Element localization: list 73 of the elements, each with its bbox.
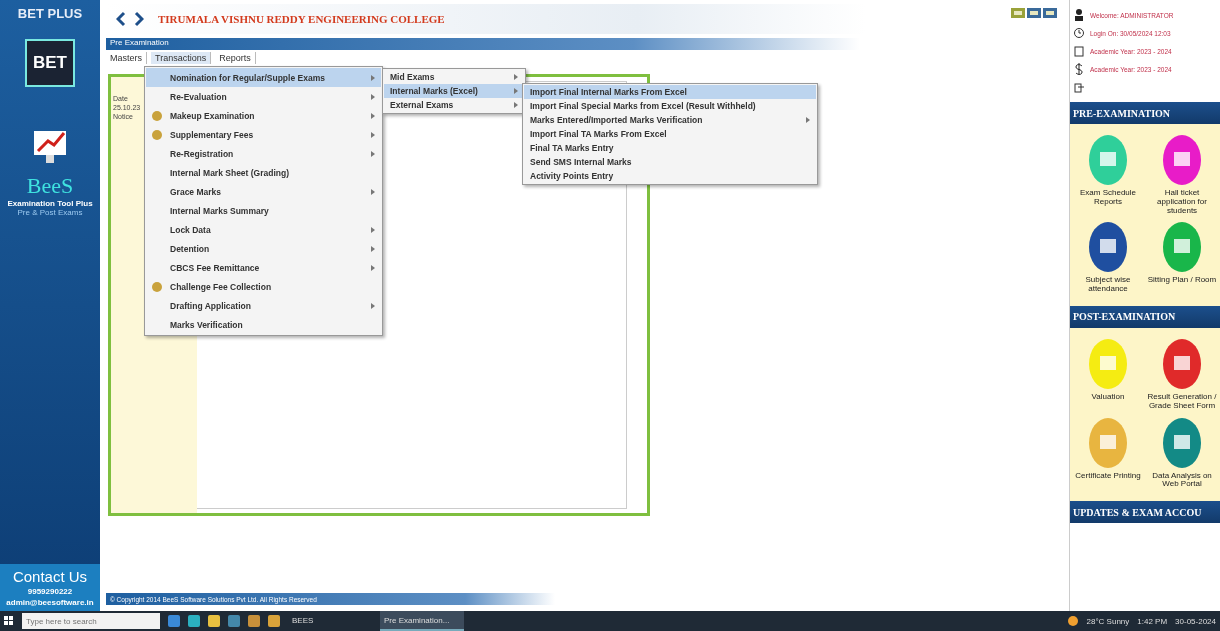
module-label: Certificate Printing: [1075, 471, 1141, 481]
menu-item[interactable]: CBCS Fee Remittance: [146, 258, 381, 277]
toolbar-icon[interactable]: [1043, 8, 1057, 18]
taskbar-app-icon[interactable]: [228, 615, 240, 627]
section-header: UPDATES & EXAM ACCOU: [1070, 501, 1220, 524]
module-label: Valuation: [1091, 393, 1125, 402]
menu-item[interactable]: Internal Marks Summary: [146, 201, 381, 220]
section-header: POST-EXAMINATION: [1070, 306, 1220, 328]
menu-item[interactable]: Marks Entered/Imported Marks Verification: [524, 113, 816, 127]
taskbar-app[interactable]: BEES: [288, 611, 372, 631]
module-icon[interactable]: [1162, 416, 1202, 469]
module-label: Result Generation / Grade Sheet Form: [1146, 393, 1218, 411]
menu-item[interactable]: Marks Verification: [146, 315, 381, 334]
logo-icon: [116, 10, 144, 28]
menu-tab[interactable]: Reports: [215, 52, 256, 64]
taskbar-app[interactable]: Pre Examination...: [380, 611, 464, 631]
weather-text: 28°C Sunny: [1086, 616, 1130, 626]
contact-title: Contact Us: [12, 568, 88, 585]
menu-tab[interactable]: Transactions: [151, 52, 212, 64]
menu-item[interactable]: Mid Exams: [384, 70, 524, 84]
college-name: TIRUMALA VISHNU REDDY ENGINEERING COLLEGE: [158, 13, 445, 25]
brand-title: BET PLUS: [17, 6, 83, 21]
menu-item[interactable]: Supplementary Fees: [146, 125, 381, 144]
user-icon: [1074, 9, 1084, 21]
product-name: BeeS: [26, 173, 74, 199]
logout-icon[interactable]: [1074, 81, 1084, 93]
clock-time: 1:42 PM: [1137, 616, 1168, 626]
menu-item[interactable]: Activity Points Entry: [524, 169, 816, 183]
clock-icon: [1074, 27, 1084, 39]
menu-item[interactable]: Detention: [146, 239, 381, 258]
menu-tab[interactable]: Masters: [106, 52, 147, 64]
search-field[interactable]: Type here to search: [22, 613, 160, 629]
tagline: Examination Tool Plus: [7, 199, 93, 208]
menu-item[interactable]: Challenge Fee Collection: [146, 277, 381, 296]
menu-item[interactable]: Final TA Marks Entry: [524, 141, 816, 155]
module-label: Sitting Plan / Room: [1147, 276, 1217, 286]
menu-item[interactable]: Nomination for Regular/Supple Exams: [146, 68, 381, 87]
logo-badge: BET: [25, 39, 75, 87]
module-label: Hall ticket application for students: [1156, 189, 1208, 216]
menu-item[interactable]: Internal Mark Sheet (Grading): [146, 163, 381, 182]
toolbar-icon[interactable]: [1011, 8, 1025, 18]
menu-item[interactable]: Makeup Examination: [146, 106, 381, 125]
menu-item[interactable]: Re-Evaluation: [146, 87, 381, 106]
weather-icon: [1066, 615, 1079, 627]
taskbar-app-icon[interactable]: [168, 615, 180, 627]
subtitle: Pre & Post Exams: [17, 208, 83, 217]
module-label: Data Analysis on Web Portal: [1151, 471, 1213, 490]
phone-number: 9959290222: [27, 587, 73, 596]
section-header: PRE-EXAMINATION: [1070, 102, 1220, 124]
clock-date: 30-05-2024: [1175, 616, 1216, 626]
menu-item[interactable]: Grace Marks: [146, 182, 381, 201]
menu-item[interactable]: External Exams: [384, 98, 524, 112]
menu-item[interactable]: Lock Data: [146, 220, 381, 239]
module-icon[interactable]: [1162, 338, 1202, 390]
email-address: admin@beesoftware.in: [6, 598, 94, 607]
taskbar-app-icon[interactable]: [208, 615, 220, 627]
windows-icon[interactable]: [4, 616, 14, 626]
module-label: Subject wise attendance: [1084, 276, 1132, 294]
dollar-icon: [1074, 63, 1084, 75]
menu-item[interactable]: Internal Marks (Excel): [384, 84, 524, 98]
module-icon[interactable]: [1162, 134, 1202, 186]
module-icon[interactable]: [1088, 221, 1128, 274]
taskbar-app-icon[interactable]: [188, 615, 200, 627]
module-label: Exam Schedule Reports: [1079, 189, 1137, 207]
toolbar-icon[interactable]: [1027, 8, 1041, 18]
menu-item[interactable]: Import Final TA Marks From Excel: [524, 127, 816, 141]
menu-item[interactable]: Import Final Internal Marks From Excel: [524, 85, 816, 99]
taskbar-app-icon[interactable]: [268, 615, 280, 627]
menu-item[interactable]: Send SMS Internal Marks: [524, 155, 816, 169]
menu-item[interactable]: Drafting Application: [146, 296, 381, 315]
menu-item[interactable]: Re-Registration: [146, 144, 381, 163]
menu-item[interactable]: Import Final Special Marks from Excel (Result Withheld): [524, 99, 816, 113]
taskbar-app-icon[interactable]: [248, 615, 260, 627]
